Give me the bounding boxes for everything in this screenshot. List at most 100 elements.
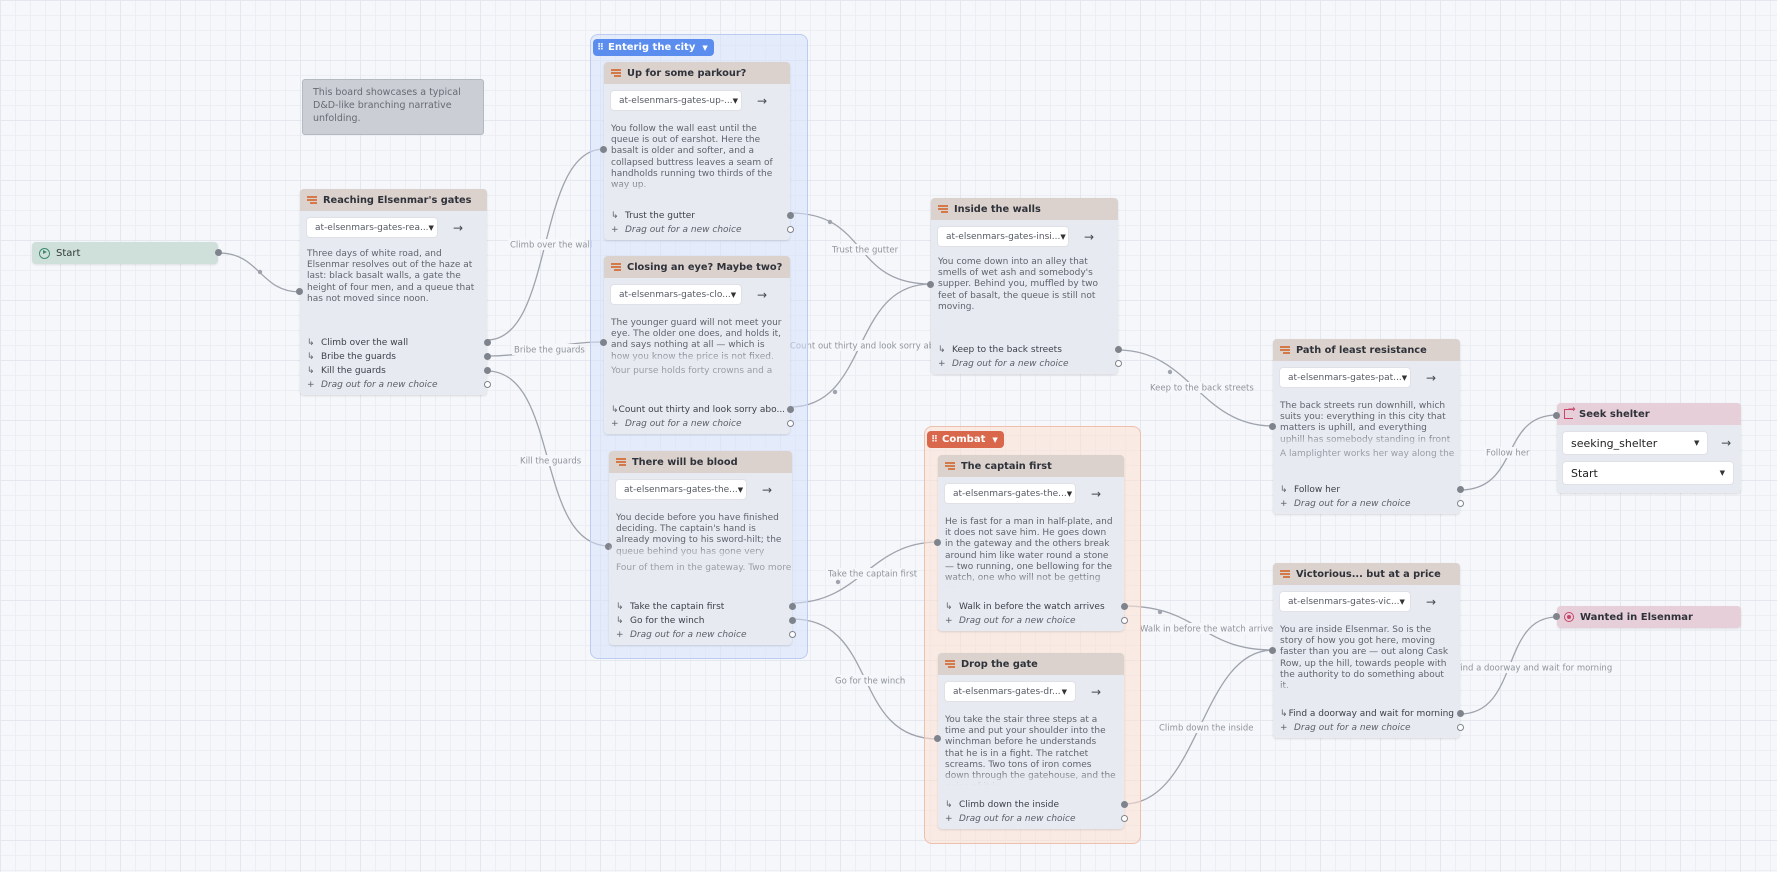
new-choice-port[interactable]: [1115, 360, 1122, 367]
choice-item[interactable]: ↳ Go for the winch: [609, 614, 796, 628]
chevron-down-icon[interactable]: ▼: [992, 436, 997, 444]
output-port[interactable]: [1121, 603, 1128, 610]
board-note[interactable]: This board showcases a typical D&D-like …: [302, 79, 484, 135]
node-header[interactable]: Victorious... but at a price: [1273, 563, 1460, 585]
new-choice-port[interactable]: [789, 631, 796, 638]
input-port[interactable]: [1553, 412, 1560, 419]
new-choice-port[interactable]: [1457, 724, 1464, 731]
passage-select[interactable]: at-elsenmars-gates-the... ▼: [945, 484, 1075, 503]
passage-select[interactable]: at-elsenmars-gates-rea... ▼: [307, 218, 437, 237]
story-node-gates[interactable]: Reaching Elsenmar's gates at-elsenmars-g…: [296, 189, 491, 395]
input-port[interactable]: [1553, 613, 1560, 620]
node-header[interactable]: Up for some parkour?: [604, 62, 790, 84]
group-tag-combat[interactable]: ⠿ Combat ▼: [927, 431, 1004, 448]
choice-item[interactable]: ↳ Climb down the inside: [938, 798, 1128, 812]
new-choice-handle[interactable]: + Drag out for a new choice: [938, 614, 1128, 628]
story-node-captain-first[interactable]: The captain first at-elsenmars-gates-the…: [934, 455, 1128, 631]
end-node-wanted[interactable]: Wanted in Elsenmar: [1553, 606, 1741, 628]
go-to-arrow-icon[interactable]: →: [1082, 230, 1096, 244]
output-port[interactable]: [787, 406, 794, 413]
choice-item[interactable]: ↳ Climb over the wall: [300, 336, 491, 350]
new-choice-handle[interactable]: + Drag out for a new choice: [604, 417, 794, 431]
choice-item[interactable]: ↳ Count out thirty and look sorry abo...: [604, 403, 794, 417]
new-choice-handle[interactable]: + Drag out for a new choice: [931, 357, 1122, 371]
choice-item[interactable]: ↳ Keep to the back streets: [931, 343, 1122, 357]
new-choice-handle[interactable]: + Drag out for a new choice: [1273, 497, 1464, 511]
edge-bribe: [486, 341, 605, 357]
new-choice-handle[interactable]: + Drag out for a new choice: [609, 628, 796, 642]
new-choice-port[interactable]: [1121, 815, 1128, 822]
entry-point-select[interactable]: Start ▼: [1563, 462, 1733, 484]
output-port[interactable]: [1457, 710, 1464, 717]
choice-item[interactable]: ↳ Find a doorway and wait for morning: [1273, 707, 1464, 721]
go-to-arrow-icon[interactable]: →: [451, 221, 465, 235]
node-header[interactable]: Closing an eye? Maybe two?: [604, 256, 790, 278]
new-choice-port[interactable]: [787, 226, 794, 233]
passage-select[interactable]: at-elsenmars-gates-pat... ▼: [1280, 368, 1410, 387]
choice-item[interactable]: ↳ Bribe the guards: [300, 350, 491, 364]
output-port[interactable]: [1457, 486, 1464, 493]
chevron-down-icon: ▼: [1401, 373, 1408, 382]
go-to-arrow-icon[interactable]: →: [755, 288, 769, 302]
passage-select[interactable]: at-elsenmars-gates-insi... ▼: [938, 227, 1068, 246]
new-choice-handle[interactable]: + Drag out for a new choice: [300, 378, 491, 392]
go-to-arrow-icon[interactable]: →: [1089, 685, 1103, 699]
drag-handle-icon[interactable]: ⠿: [931, 435, 938, 445]
node-header[interactable]: Reaching Elsenmar's gates: [300, 189, 487, 211]
story-node-drop-gate[interactable]: Drop the gate at-elsenmars-gates-dr... ▼ →…: [934, 653, 1128, 829]
passage-select[interactable]: at-elsenmars-gates-dr... ▼: [945, 682, 1075, 701]
jump-node-seek-shelter[interactable]: Seek shelter seeking_shelter▼ → Start▼: [1553, 403, 1741, 493]
choice-item[interactable]: ↳ Walk in before the watch arrives: [938, 600, 1128, 614]
choice-item[interactable]: ↳ Trust the gutter: [604, 209, 794, 223]
return-arrow-icon: ↳: [611, 405, 619, 415]
choice-item[interactable]: ↳ Follow her: [1273, 483, 1464, 497]
output-port[interactable]: [484, 353, 491, 360]
story-node-inside-walls[interactable]: Inside the walls at-elsenmars-gates-insi…: [927, 198, 1122, 374]
output-port[interactable]: [1121, 801, 1128, 808]
story-node-path-least-resistance[interactable]: Path of least resistance at-elsenmars-ga…: [1269, 339, 1464, 514]
output-port[interactable]: [787, 212, 794, 219]
story-node-closing-eye[interactable]: Closing an eye? Maybe two? at-elsenmars-…: [600, 256, 794, 434]
node-header[interactable]: There will be blood: [609, 451, 792, 473]
story-icon: [616, 458, 626, 466]
go-to-arrow-icon[interactable]: →: [755, 94, 769, 108]
new-choice-handle[interactable]: + Drag out for a new choice: [604, 223, 794, 237]
start-node[interactable]: Start: [32, 242, 222, 264]
output-port[interactable]: [215, 249, 222, 256]
node-header[interactable]: Drop the gate: [938, 653, 1124, 675]
new-choice-port[interactable]: [484, 381, 491, 388]
new-choice-handle[interactable]: + Drag out for a new choice: [938, 812, 1128, 826]
output-port[interactable]: [484, 339, 491, 346]
node-header[interactable]: Seek shelter: [1557, 403, 1741, 425]
go-to-arrow-icon[interactable]: →: [1719, 436, 1733, 450]
new-choice-handle[interactable]: + Drag out for a new choice: [1273, 721, 1464, 735]
chevron-down-icon[interactable]: ▼: [702, 44, 707, 52]
board-target-select[interactable]: seeking_shelter ▼: [1563, 432, 1708, 454]
node-header[interactable]: The captain first: [938, 455, 1124, 477]
go-to-arrow-icon[interactable]: →: [1424, 595, 1438, 609]
new-choice-port[interactable]: [1121, 617, 1128, 624]
go-to-arrow-icon[interactable]: →: [1089, 487, 1103, 501]
output-port[interactable]: [484, 367, 491, 374]
go-to-arrow-icon[interactable]: →: [1424, 371, 1438, 385]
group-tag-entering-city[interactable]: ⠿ Enterig the city ▼: [593, 39, 714, 56]
output-port[interactable]: [789, 617, 796, 624]
go-to-arrow-icon[interactable]: →: [760, 483, 774, 497]
choice-item[interactable]: ↳ Take the captain first: [609, 600, 796, 614]
new-choice-port[interactable]: [787, 420, 794, 427]
node-header[interactable]: Inside the walls: [931, 198, 1118, 220]
passage-select[interactable]: at-elsenmars-gates-vic... ▼: [1280, 592, 1410, 611]
passage-select[interactable]: at-elsenmars-gates-clo... ▼: [611, 285, 741, 304]
node-header[interactable]: Path of least resistance: [1273, 339, 1460, 361]
output-port[interactable]: [789, 603, 796, 610]
story-node-parkour[interactable]: Up for some parkour? at-elsenmars-gates-…: [600, 62, 794, 240]
passage-select[interactable]: at-elsenmars-gates-the... ▼: [616, 480, 746, 499]
story-node-victorious[interactable]: Victorious... but at a price at-elsenmar…: [1269, 563, 1464, 738]
story-node-blood[interactable]: There will be blood at-elsenmars-gates-t…: [605, 451, 796, 645]
passage-select[interactable]: at-elsenmars-gates-up-... ▼: [611, 91, 741, 110]
new-choice-port[interactable]: [1457, 500, 1464, 507]
play-icon: [39, 247, 50, 259]
output-port[interactable]: [1115, 346, 1122, 353]
choice-item[interactable]: ↳ Kill the guards: [300, 364, 491, 378]
drag-handle-icon[interactable]: ⠿: [597, 43, 604, 53]
